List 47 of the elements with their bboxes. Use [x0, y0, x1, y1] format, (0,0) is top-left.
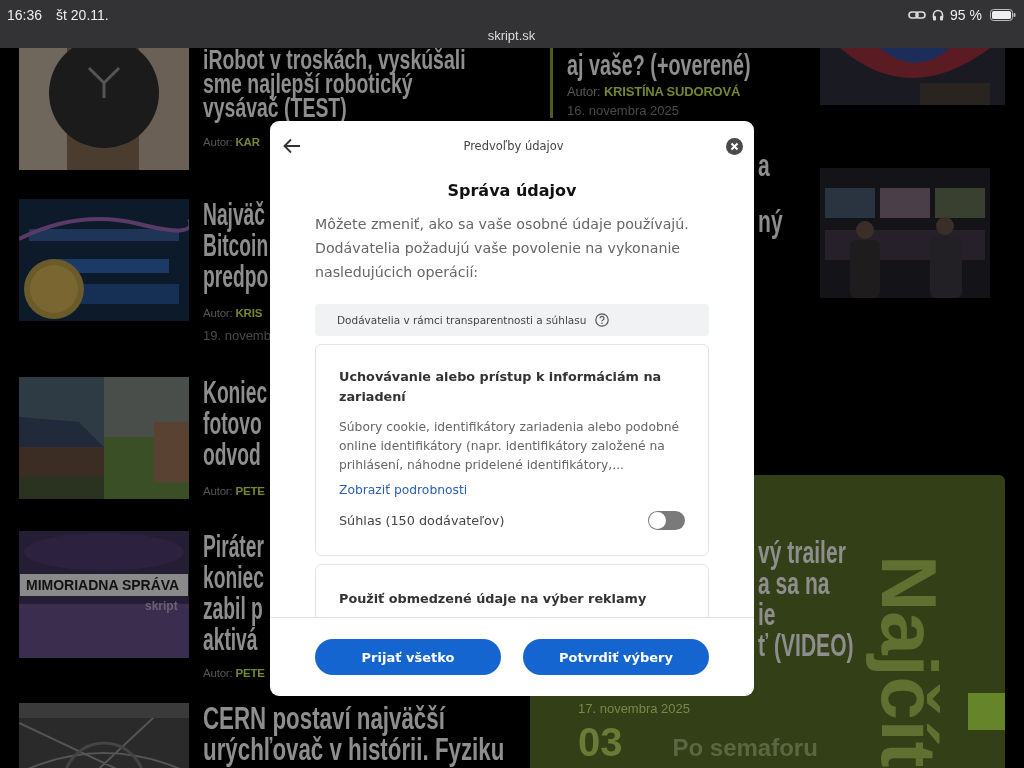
- article-title[interactable]: vý trailer a sa na ie ť (VIDEO): [758, 537, 854, 671]
- status-date: št 20.11.: [56, 7, 109, 23]
- dialog-description: Môžete zmeniť, ako sa vaše osobné údaje používajú. Dodávatelia požadujú vaše povolenie na vykonanie nasledujúcich operácií:: [315, 215, 690, 282]
- author-label: Autor:: [203, 667, 233, 679]
- author-name[interactable]: KAR: [235, 136, 260, 148]
- consent-label: Súhlas (150 dodávateľov): [339, 513, 505, 528]
- close-icon[interactable]: [726, 137, 743, 155]
- details-link[interactable]: Zobraziť podrobnosti: [339, 483, 468, 497]
- dialog-header: Predvoľby údajov: [463, 139, 564, 153]
- author-label: Autor:: [203, 136, 233, 148]
- article-date: 16. novembra 2025: [567, 103, 681, 118]
- link-icon: [908, 9, 927, 21]
- section-title: Dodávatelia v rámci transparentnosti a súhlasu: [337, 314, 587, 326]
- dialog-button[interactable]: Prijať všetko: [315, 639, 501, 675]
- article-title[interactable]: iRobot v troskách, vyskúšali sme najlepší robotický vysávač (TEST): [203, 48, 466, 122]
- rank-number: 03: [578, 720, 623, 765]
- article-title[interactable]: Najväč Bitcoin predpo: [203, 199, 269, 299]
- author-name[interactable]: KRISTÍNA SUDOROVÁ: [603, 84, 741, 99]
- article-title[interactable]: Koniec fotovo odvod: [203, 377, 268, 477]
- article-title[interactable]: Piráter koniec zabil p aktivá: [203, 531, 264, 659]
- dialog-button[interactable]: Potvrdiť výbery: [523, 639, 709, 675]
- back-arrow-icon[interactable]: [283, 138, 301, 154]
- author-label: Autor:: [567, 84, 601, 99]
- article-title[interactable]: ný: [758, 204, 783, 260]
- consent-toggle[interactable]: [648, 511, 685, 530]
- purpose-title: Použiť obmedzené údaje na výber reklamy: [339, 590, 648, 608]
- logo-text: skript: [145, 599, 178, 613]
- purpose-description: Súbory cookie, identifikátory zariadenia alebo podobné online identifikátory (napr. identifikátory založené na prihlásení, náhodne pridelené identifikátory,...: [339, 419, 681, 474]
- purpose-title: Uchovávanie alebo prístup k informáciám na zariadení: [339, 368, 663, 406]
- author-name[interactable]: PETE: [235, 667, 265, 679]
- author-label: Autor:: [203, 307, 233, 319]
- address-bar[interactable]: skript.sk: [487, 28, 536, 43]
- article-date: 17. novembra 2025: [578, 701, 691, 716]
- battery-percent: 95 %: [950, 7, 982, 23]
- article-title[interactable]: a: [758, 148, 770, 204]
- status-time: 16:36: [7, 7, 43, 23]
- article-date: 19. novemb: [203, 328, 272, 343]
- author-label: Autor:: [203, 485, 233, 497]
- article-title[interactable]: aj vaše? (+overené): [567, 48, 751, 82]
- banner-label: MIMORIADNA SPRÁVA: [20, 574, 188, 596]
- battery-icon: [990, 9, 1016, 21]
- author-name[interactable]: PETE: [235, 485, 265, 497]
- headphones-icon: [932, 9, 945, 21]
- help-icon[interactable]: [595, 313, 610, 327]
- author-name[interactable]: KRIS: [235, 307, 263, 319]
- article-title[interactable]: CERN postaví najväčší urýchľovač v histórii. Fyziku: [203, 703, 505, 768]
- dialog-title: Správa údajov: [446, 181, 578, 200]
